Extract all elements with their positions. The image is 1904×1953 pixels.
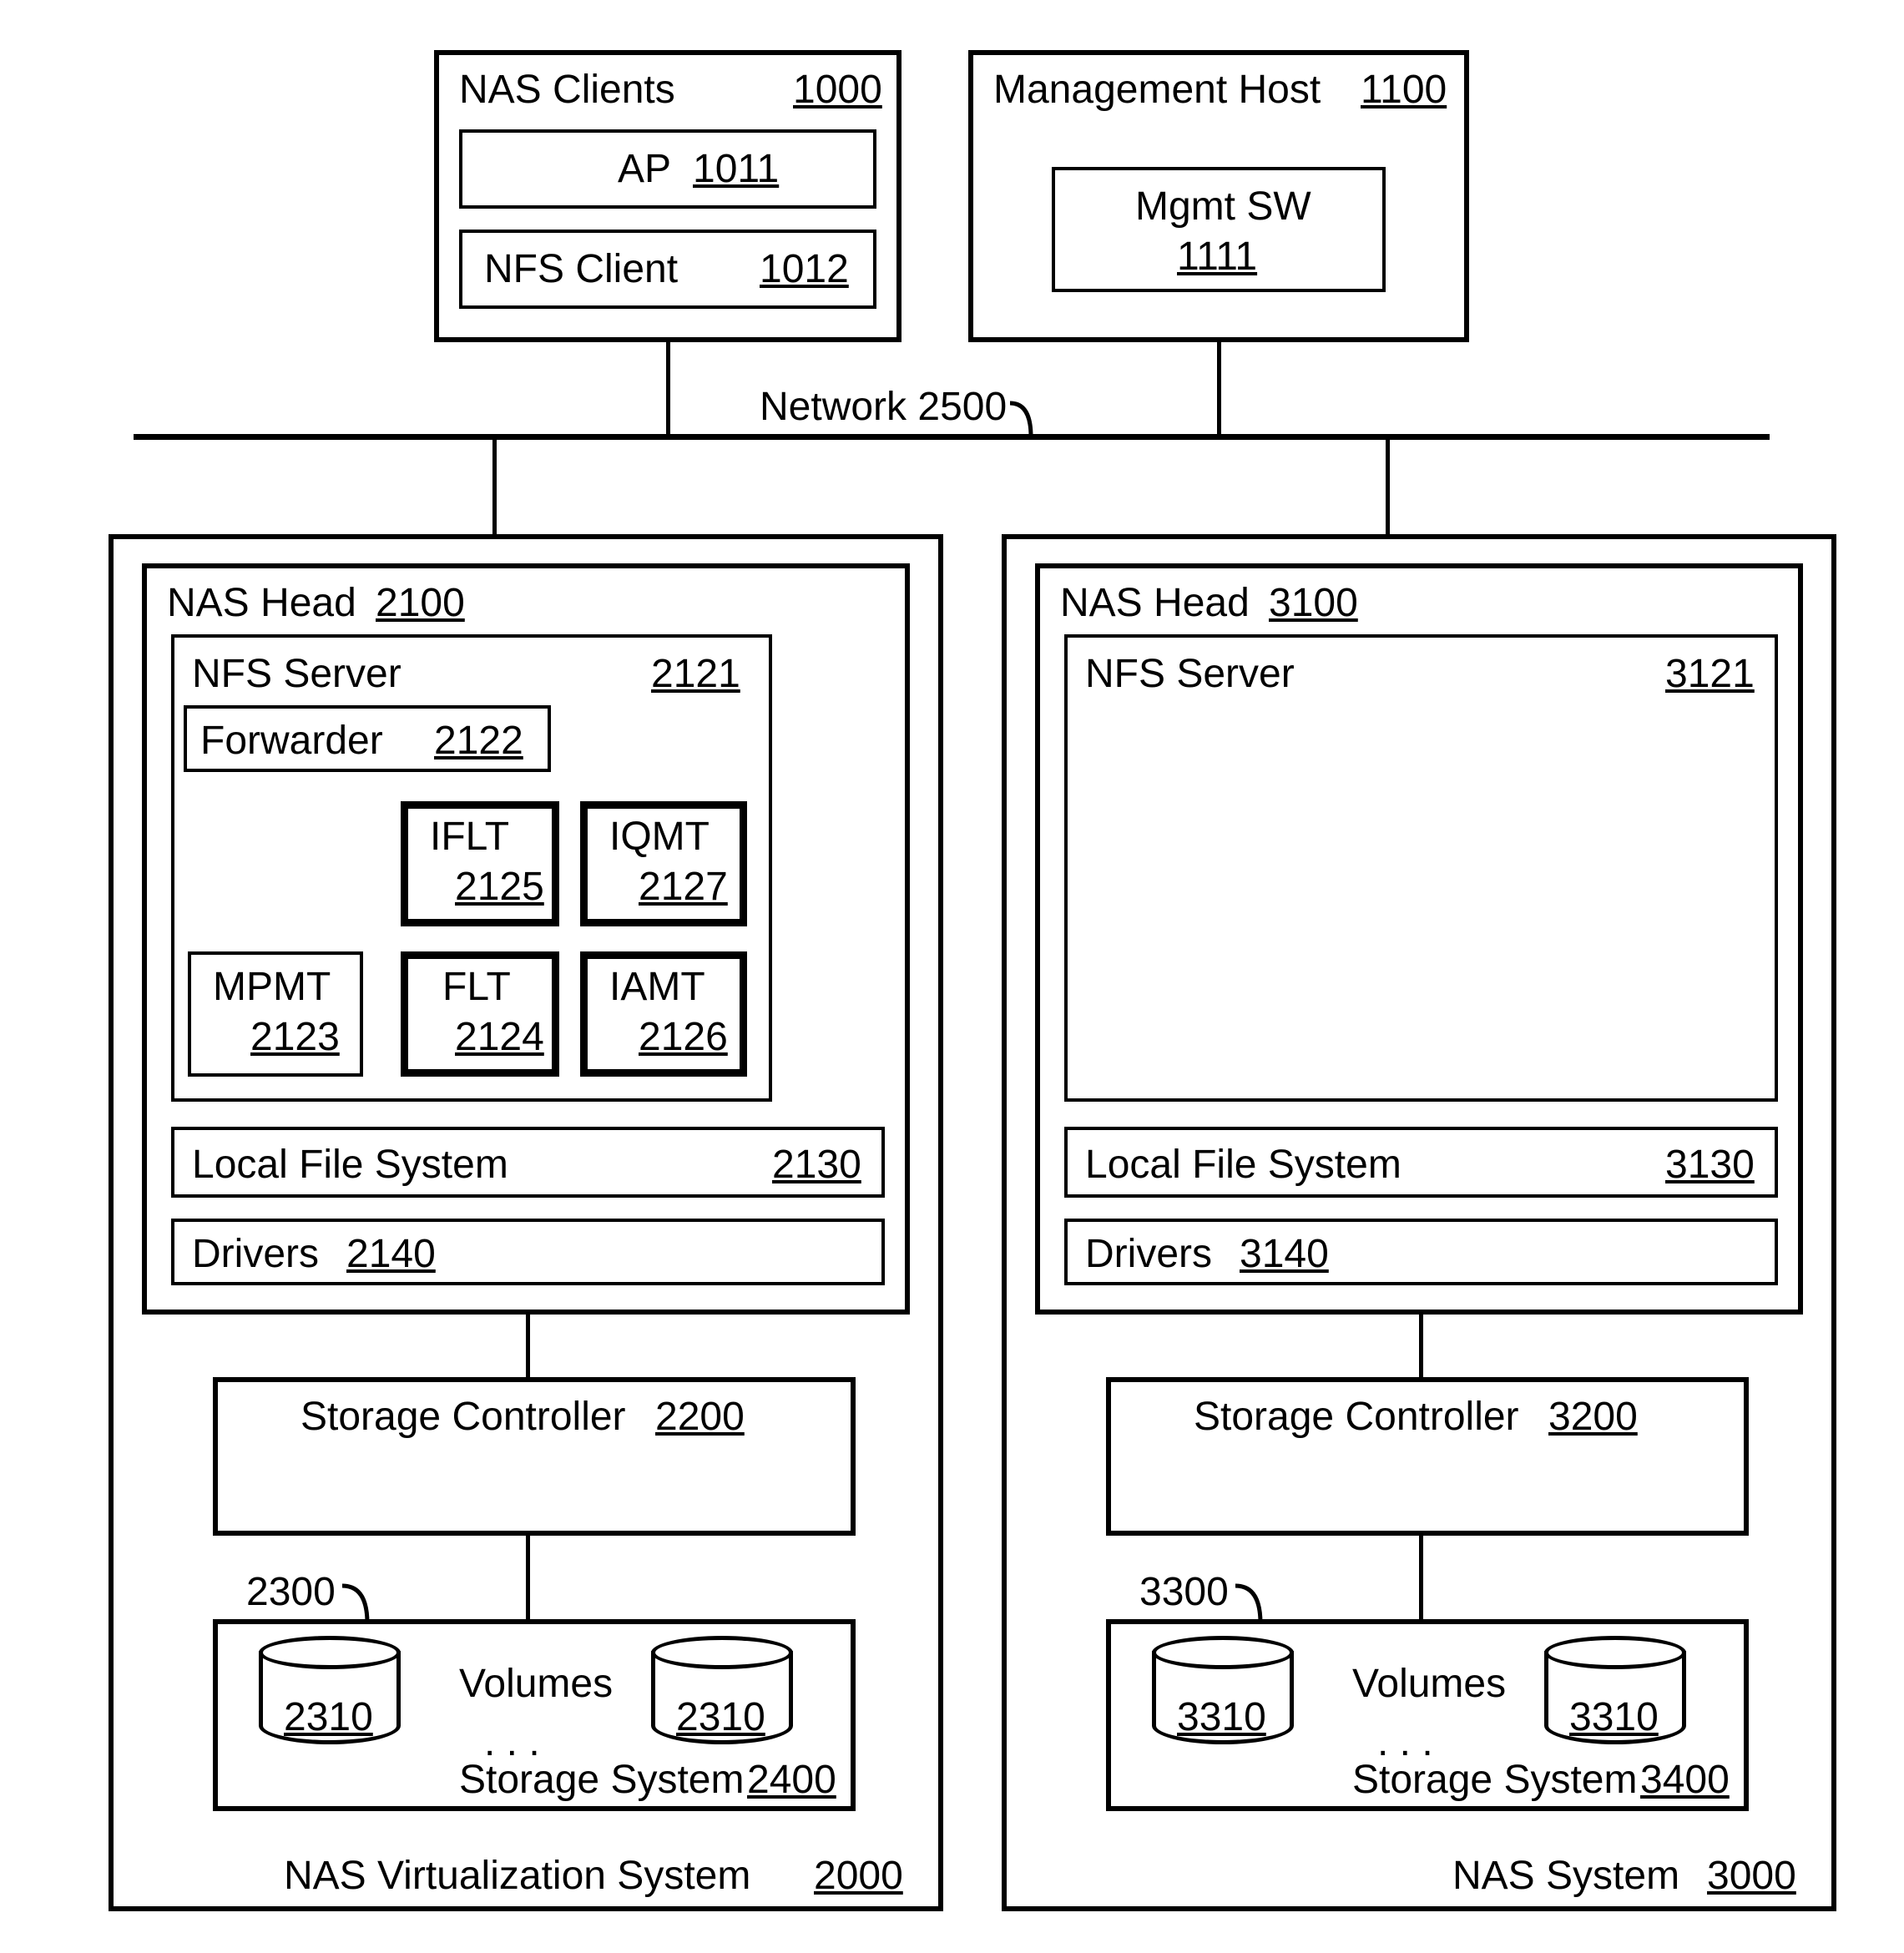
storage-sys-3400-title: Storage System [1352,1757,1637,1803]
nas-clients-id: 1000 [793,67,882,113]
mgmt-sw-id: 1111 [1177,234,1257,280]
drivers-3140-id: 3140 [1240,1231,1329,1277]
nas-head-3100-id: 3100 [1269,580,1358,626]
lfs-2130-id: 2130 [772,1142,861,1188]
conn-head-ctrl-3 [1419,1315,1423,1377]
iflt-id: 2125 [455,864,544,910]
nfs-server-2121-id: 2121 [651,651,740,697]
drivers-3140-title: Drivers [1085,1231,1212,1277]
architecture-diagram: NAS Clients 1000 AP 1011 NFS Client 1012… [33,33,1870,1920]
iamt-id: 2126 [639,1014,728,1060]
ap-id: 1011 [693,146,779,192]
nas-head-2100-id: 2100 [376,580,465,626]
disk-unit-3300: 3300 [1139,1569,1229,1615]
nas-head-2100-title: NAS Head [167,580,356,626]
vol-2310-left: 2310 [284,1694,373,1740]
volumes-label-2: Volumes [459,1661,613,1707]
forwarder-title: Forwarder [200,718,383,764]
conn-head-ctrl-2 [526,1315,530,1377]
nfs-server-3121-id: 3121 [1665,651,1755,697]
nfs-client-id: 1012 [760,246,849,292]
nfs-server-3121 [1064,634,1778,1102]
lfs-2130-title: Local File System [192,1142,508,1188]
storage-ctrl-3200-id: 3200 [1548,1394,1638,1440]
iflt-title: IFLT [430,814,509,860]
volumes-label-3: Volumes [1352,1661,1506,1707]
disk-unit-2300: 2300 [246,1569,336,1615]
nfs-server-3121-title: NFS Server [1085,651,1295,697]
storage-sys-3400-id: 3400 [1640,1757,1730,1803]
network-label: Network 2500 [760,384,1007,430]
ap-label: AP [618,146,671,192]
nfs-server-2121-title: NFS Server [192,651,402,697]
mpmt-title: MPMT [213,964,331,1010]
nas-clients-title: NAS Clients [459,67,675,113]
conn-mgmt-bus [1217,342,1221,434]
lfs-3130-id: 3130 [1665,1142,1755,1188]
storage-ctrl-2200-title: Storage Controller [300,1394,626,1440]
mgmt-host-id: 1100 [1361,67,1447,113]
vol-2310-right: 2310 [676,1694,765,1740]
conn-clients-bus [666,342,670,434]
storage-ctrl-3200-title: Storage Controller [1194,1394,1519,1440]
nas-virt-id: 2000 [814,1853,903,1899]
drivers-2140-title: Drivers [192,1231,319,1277]
nas-head-3100-title: NAS Head [1060,580,1250,626]
vol-3310-right: 3310 [1569,1694,1659,1740]
network-bus [134,434,1770,440]
storage-sys-2400-id: 2400 [747,1757,836,1803]
lfs-3130-title: Local File System [1085,1142,1401,1188]
nas-virt-title: NAS Virtualization System [284,1853,750,1899]
storage-sys-2400-title: Storage System [459,1757,744,1803]
drivers-2140-id: 2140 [346,1231,436,1277]
mgmt-host-title: Management Host [993,67,1321,113]
iqmt-title: IQMT [609,814,710,860]
nas-sys-title: NAS System [1452,1853,1679,1899]
nfs-client-label: NFS Client [484,246,678,292]
storage-ctrl-2200-id: 2200 [655,1394,745,1440]
mgmt-sw-label: Mgmt SW [1135,184,1311,230]
iamt-title: IAMT [609,964,705,1010]
flt-id: 2124 [455,1014,544,1060]
flt-title: FLT [442,964,511,1010]
iqmt-id: 2127 [639,864,728,910]
vol-3310-left: 3310 [1177,1694,1266,1740]
conn-bus-nasvirt [492,440,497,536]
mpmt-id: 2123 [250,1014,340,1060]
nas-sys-id: 3000 [1707,1853,1796,1899]
forwarder-id: 2122 [434,718,523,764]
conn-bus-nassys [1386,440,1390,536]
